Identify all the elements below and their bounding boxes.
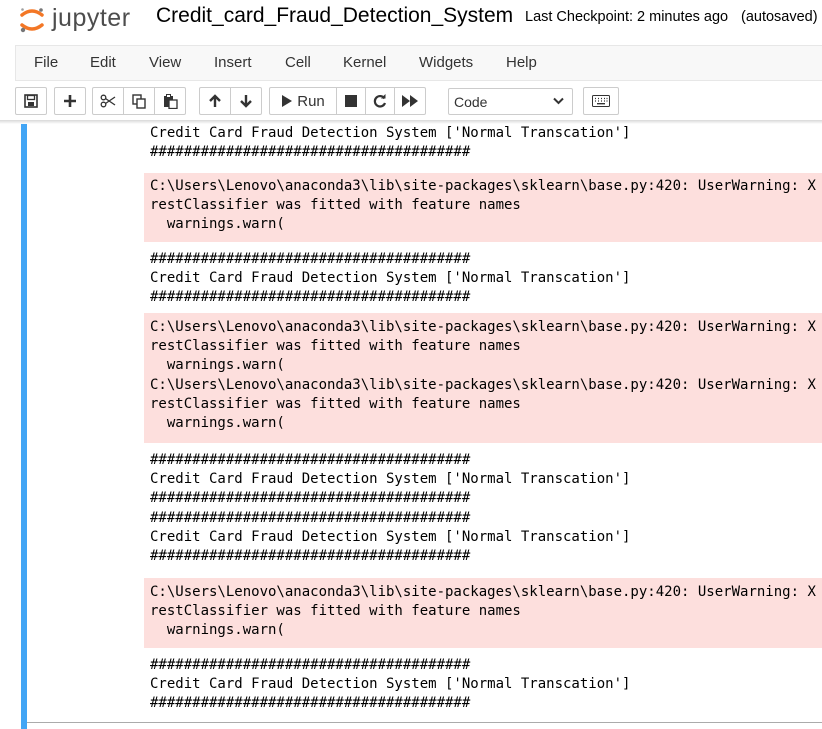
menu-bar: File Edit View Insert Cell Kernel Widget… <box>15 45 822 81</box>
run-button[interactable]: Run <box>269 87 337 115</box>
notebook-name[interactable]: Credit_card_Fraud_Detection_System <box>156 4 513 28</box>
menu-help[interactable]: Help <box>506 54 537 71</box>
cell-type-value: Code <box>454 94 488 110</box>
menu-insert[interactable]: Insert <box>214 54 252 71</box>
run-icon <box>282 95 293 107</box>
run-label: Run <box>297 92 325 110</box>
toolbar: Run Code <box>15 87 822 117</box>
paste-icon <box>163 93 178 109</box>
menu-file[interactable]: File <box>34 54 58 71</box>
stdout-block: ###################################### C… <box>150 452 631 565</box>
copy-icon <box>131 93 146 109</box>
cut-icon <box>100 94 116 108</box>
command-palette-button[interactable] <box>583 87 619 115</box>
arrow-down-icon <box>240 95 252 108</box>
cut-button[interactable] <box>92 87 124 115</box>
menu-kernel[interactable]: Kernel <box>343 54 386 71</box>
selected-cell-indicator <box>21 124 27 729</box>
insert-cell-button[interactable] <box>54 87 86 115</box>
menu-edit[interactable]: Edit <box>90 54 116 71</box>
save-button[interactable] <box>15 87 47 115</box>
stderr-block: C:\Users\Lenovo\anaconda3\lib\site-packa… <box>144 313 822 443</box>
keyboard-icon <box>592 95 610 107</box>
move-up-button[interactable] <box>199 87 231 115</box>
restart-icon <box>373 94 387 108</box>
copy-button[interactable] <box>123 87 155 115</box>
cell-type-select[interactable]: Code <box>448 88 573 115</box>
stop-icon <box>345 95 357 107</box>
stdout-block: Credit Card Fraud Detection System ['Nor… <box>150 125 631 161</box>
jupyter-logo-text: jupyter <box>52 4 131 32</box>
menu-view[interactable]: View <box>149 54 181 71</box>
stdout-block: ###################################### C… <box>150 251 631 306</box>
fast-forward-icon <box>402 95 418 107</box>
chevron-down-icon <box>553 97 564 105</box>
arrow-up-icon <box>209 94 221 107</box>
stdout-block: ###################################### C… <box>150 657 631 712</box>
restart-run-all-button[interactable] <box>394 87 426 115</box>
autosave-status: (autosaved) <box>741 9 818 25</box>
menu-cell[interactable]: Cell <box>285 54 311 71</box>
menu-widgets[interactable]: Widgets <box>419 54 473 71</box>
header: jupyter Credit_card_Fraud_Detection_Syst… <box>0 0 822 38</box>
interrupt-kernel-button[interactable] <box>336 87 366 115</box>
save-icon <box>24 94 38 108</box>
plus-icon <box>64 95 76 107</box>
stderr-block: C:\Users\Lenovo\anaconda3\lib\site-packa… <box>144 578 822 648</box>
checkpoint-status: Last Checkpoint: 2 minutes ago <box>525 9 729 25</box>
cell-output: Credit Card Fraud Detection System ['Nor… <box>144 124 822 714</box>
stderr-block: C:\Users\Lenovo\anaconda3\lib\site-packa… <box>144 173 822 242</box>
move-down-button[interactable] <box>230 87 262 115</box>
jupyter-logo[interactable]: jupyter <box>18 4 148 34</box>
jupyter-logo-icon <box>20 8 44 33</box>
paste-button[interactable] <box>154 87 186 115</box>
cell-bottom-border <box>27 722 822 723</box>
restart-kernel-button[interactable] <box>365 87 395 115</box>
